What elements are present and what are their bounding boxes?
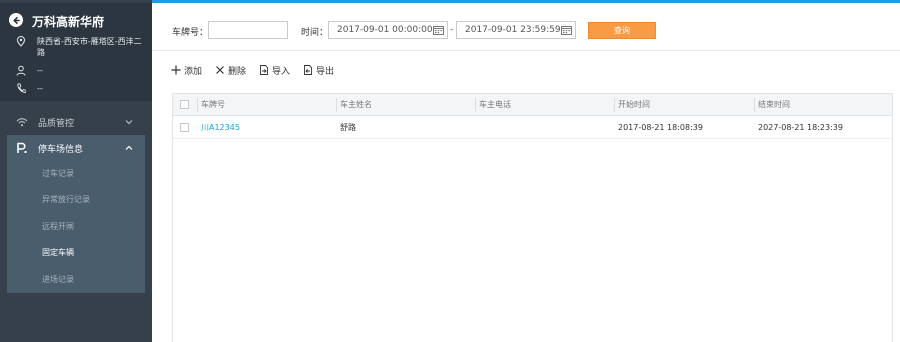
calendar-icon[interactable]	[433, 25, 444, 35]
address-row: 陕西省-西安市-雁塔区-西沣二路	[16, 36, 147, 58]
import-button[interactable]: 导入	[259, 64, 290, 77]
start-time-value: 2017-09-01 00:00:00	[337, 25, 433, 35]
table-header: 车牌号 车主姓名 车主电话 开始时间 结束时间	[173, 94, 892, 116]
header-end-time[interactable]: 结束时间	[754, 98, 790, 112]
phone-icon	[16, 83, 26, 94]
submenu-item-pass-records[interactable]: 过车记录	[7, 161, 145, 187]
phone-row: --	[16, 83, 43, 94]
header-owner-phone[interactable]: 车主电话	[475, 98, 511, 112]
location-pin-icon	[16, 36, 26, 47]
nav-quality-label: 品质管控	[38, 118, 75, 129]
export-label: 导出	[316, 66, 335, 77]
header-plate[interactable]: 车牌号	[197, 98, 225, 112]
close-icon	[216, 66, 224, 74]
chevron-down-icon	[125, 120, 133, 125]
person-text: --	[37, 66, 43, 75]
cell-owner-phone	[475, 117, 479, 139]
parking-icon	[16, 142, 28, 154]
add-button[interactable]: 添加	[171, 64, 202, 77]
main-content: 车牌号： 时间： 2017-09-01 00:00:00 - 2017-09-0…	[152, 3, 900, 342]
back-arrow-icon[interactable]	[9, 13, 23, 27]
delete-label: 删除	[228, 66, 247, 77]
submenu-item-fixed-vehicles[interactable]: 固定车辆	[7, 240, 145, 266]
end-time-field[interactable]: 2017-09-01 23:59:59	[456, 21, 576, 39]
parking-submenu: 过车记录 异常放行记录 远程开闸 固定车辆 进场记录	[7, 161, 145, 293]
cell-start-time: 2017-08-21 18:08:39	[618, 123, 703, 132]
import-label: 导入	[272, 66, 291, 77]
submenu-item-entry-records[interactable]: 进场记录	[7, 267, 145, 293]
sidebar: 万科高新华府 陕西省-西安市-雁塔区-西沣二路 -- -- 品质管控 停车场信息…	[0, 0, 152, 342]
address-text: 陕西省-西安市-雁塔区-西沣二路	[37, 37, 142, 57]
person-row: --	[16, 65, 43, 76]
header-start-time[interactable]: 开始时间	[614, 98, 650, 112]
sidebar-header: 万科高新华府 陕西省-西安市-雁塔区-西沣二路 -- --	[0, 3, 152, 101]
time-label: 时间：	[301, 28, 329, 38]
estate-name: 万科高新华府	[32, 15, 105, 29]
user-icon	[16, 65, 26, 76]
start-time-field[interactable]: 2017-09-01 00:00:00	[328, 21, 448, 39]
plate-input[interactable]	[208, 21, 288, 39]
export-icon	[304, 65, 312, 75]
submenu-item-remote-open[interactable]: 远程开闸	[7, 214, 145, 240]
export-button[interactable]: 导出	[303, 64, 334, 77]
cell-owner-name: 舒路	[340, 123, 356, 132]
header-owner-name[interactable]: 车主姓名	[336, 98, 372, 112]
submenu-item-abnormal-release[interactable]: 异常放行记录	[7, 187, 145, 213]
fixed-vehicles-table: 车牌号 车主姓名 车主电话 开始时间 结束时间 川A12345 舒路 2017-…	[172, 93, 893, 342]
nav-parking-label: 停车场信息	[38, 144, 84, 155]
time-separator: -	[450, 25, 454, 35]
select-all-checkbox[interactable]	[180, 100, 189, 109]
cell-end-time: 2027-08-21 18:23:39	[758, 123, 843, 132]
cell-plate[interactable]: 川A12345	[197, 117, 240, 139]
plus-icon	[171, 65, 181, 75]
query-button[interactable]: 查询	[588, 22, 656, 39]
delete-button[interactable]: 删除	[215, 64, 246, 77]
filter-bar: 车牌号： 时间： 2017-09-01 00:00:00 - 2017-09-0…	[152, 3, 900, 51]
plate-label: 车牌号：	[172, 28, 209, 38]
table-row[interactable]: 川A12345 舒路 2017-08-21 18:08:39 2027-08-2…	[173, 117, 892, 139]
import-icon	[260, 65, 268, 75]
chevron-up-icon	[125, 145, 133, 150]
toolbar: 添加 删除 导入 导出	[171, 63, 347, 77]
end-time-value: 2017-09-01 23:59:59	[465, 25, 561, 35]
row-checkbox[interactable]	[180, 123, 189, 132]
add-label: 添加	[184, 66, 203, 77]
nav-parking-info[interactable]: 停车场信息	[7, 135, 145, 161]
calendar-icon[interactable]	[561, 25, 572, 35]
wifi-icon	[16, 116, 28, 128]
phone-text: --	[37, 84, 43, 93]
nav-quality-control[interactable]: 品质管控	[0, 109, 152, 135]
